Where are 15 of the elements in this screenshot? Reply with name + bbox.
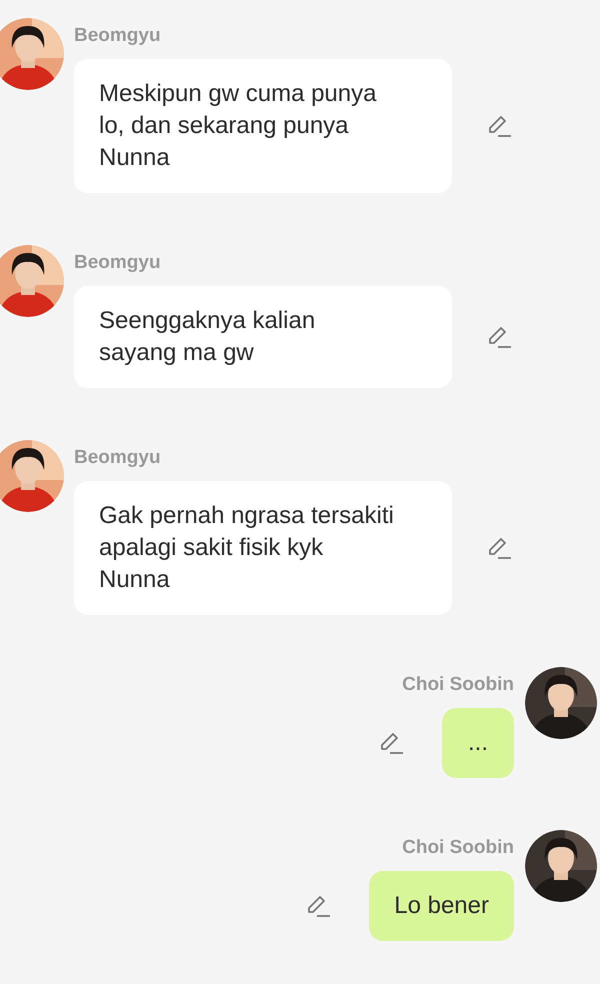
sender-name: Beomgyu — [74, 25, 162, 47]
message-bubble: Gak pernah ngrasa tersakiti apalagi sakit fisik kyk Nunna — [74, 481, 452, 615]
pencil-icon[interactable] — [305, 893, 332, 919]
pencil-icon[interactable] — [486, 113, 512, 139]
sender-name: Beomgyu — [74, 447, 162, 469]
pencil-icon[interactable] — [378, 730, 404, 756]
pencil-icon[interactable] — [486, 535, 512, 561]
message-bubble: Seenggaknya kalian sayang ma gw — [74, 286, 452, 388]
sender-name: Choi Soobin — [402, 674, 514, 696]
message-bubble: Lo bener — [369, 871, 514, 941]
sender-name: Beomgyu — [74, 252, 162, 274]
pencil-icon[interactable] — [486, 324, 512, 350]
sender-name: Choi Soobin — [402, 837, 514, 859]
message-bubble: ... — [442, 708, 514, 778]
message-bubble: Meskipun gw cuma punya lo, dan sekarang punya Nunna — [74, 59, 452, 193]
